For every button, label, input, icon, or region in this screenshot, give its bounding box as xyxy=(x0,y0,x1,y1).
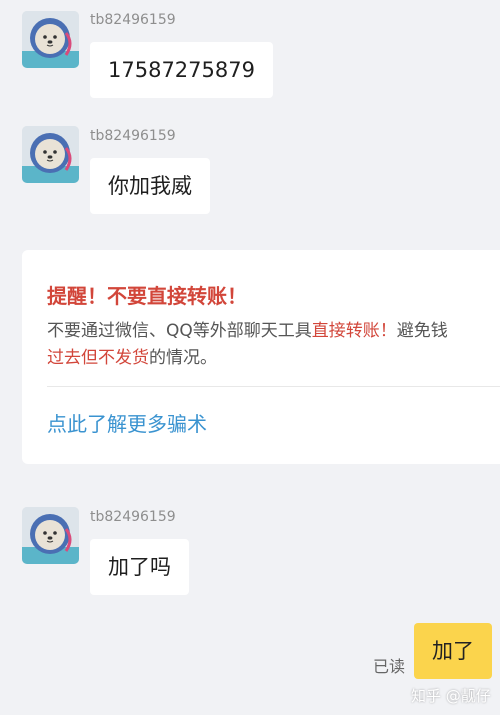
sender-name: tb82496159 xyxy=(90,128,176,144)
sender-name: tb82496159 xyxy=(90,509,176,525)
warning-body: 不要通过微信、QQ等外部聊天工具直接转账！避免钱 过去但不发货的情况。 xyxy=(47,318,500,372)
learn-more-scams-link[interactable]: 点此了解更多骗术 xyxy=(47,408,207,437)
warning-text: 不要通过微信、QQ等外部聊天工具 xyxy=(47,321,312,341)
card-divider xyxy=(47,386,500,387)
message-bubble[interactable]: 17587275879 xyxy=(90,42,273,98)
anti-scam-warning-card: 提醒！不要直接转账！ 不要通过微信、QQ等外部聊天工具直接转账！避免钱 过去但不… xyxy=(22,250,500,464)
warning-text: 的情况。 xyxy=(149,348,217,368)
warning-highlight: 过去但不发货 xyxy=(47,348,149,368)
warning-highlight: 直接转账！ xyxy=(311,321,397,341)
cartoon-seal-avatar-icon xyxy=(22,11,79,68)
avatar[interactable] xyxy=(22,507,79,564)
warning-title: 提醒！不要直接转账！ xyxy=(47,284,247,308)
cartoon-seal-avatar-icon xyxy=(22,126,79,183)
warning-text: 避免钱 xyxy=(396,321,448,341)
warning-body-line-2: 过去但不发货的情况。 xyxy=(47,345,500,372)
message-bubble[interactable]: 加了吗 xyxy=(90,539,189,595)
read-status: 已读 xyxy=(373,657,406,676)
warning-body-line-1: 不要通过微信、QQ等外部聊天工具直接转账！避免钱 xyxy=(47,318,500,345)
message-bubble[interactable]: 你加我威 xyxy=(90,158,210,214)
cartoon-seal-avatar-icon xyxy=(22,507,79,564)
sender-name: tb82496159 xyxy=(90,12,176,28)
own-message-bubble[interactable]: 加了 xyxy=(414,623,492,679)
watermark: 知乎 @靓仔 xyxy=(411,687,491,705)
avatar[interactable] xyxy=(22,126,79,183)
avatar[interactable] xyxy=(22,11,79,68)
